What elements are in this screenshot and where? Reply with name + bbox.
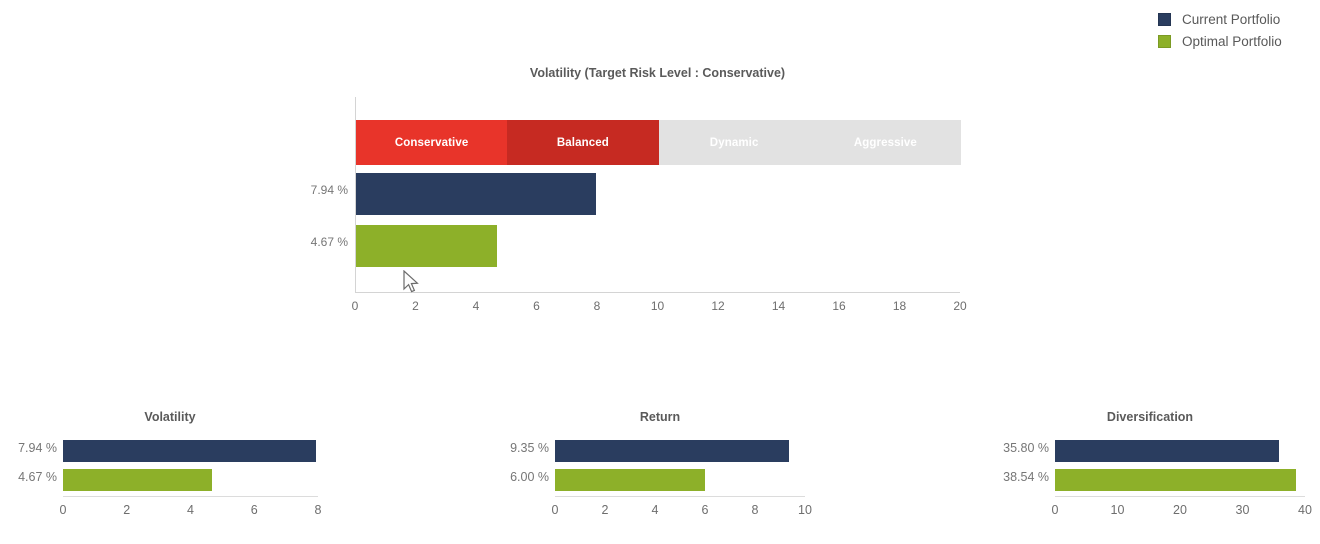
mini-chart-volatility: Volatility 7.94 % 4.67 % 0 2 4 6 8: [0, 405, 340, 544]
mini-chart-return: Return 9.35 % 6.00 % 0 2 4 6 8 10: [490, 405, 830, 544]
risk-band-conservative[interactable]: Conservative: [356, 120, 508, 165]
x-tick-label: 4: [651, 503, 659, 517]
x-tick-label: 0: [59, 503, 67, 517]
value-label-optimal: 4.67 %: [310, 235, 348, 249]
x-tick-label: 2: [123, 503, 131, 517]
main-chart-plot-area: Conservative Balanced Dynamic Aggressive: [355, 97, 961, 293]
x-tick-label: 6: [701, 503, 709, 517]
mini-chart-plot-area: [555, 437, 805, 497]
mini-chart-x-axis: 0 10 20 30 40: [1051, 503, 1312, 521]
risk-band-dynamic[interactable]: Dynamic: [658, 120, 810, 165]
x-tick-label: 0: [351, 299, 359, 313]
mini-value-label-current: 35.80 %: [1003, 441, 1049, 455]
risk-band-label: Aggressive: [853, 136, 917, 149]
main-chart-title: Volatility (Target Risk Level : Conserva…: [529, 66, 786, 80]
value-label-current: 7.94 %: [310, 183, 348, 197]
risk-band-label: Balanced: [556, 136, 609, 149]
mini-chart-x-axis: 0 2 4 6 8 10: [551, 503, 812, 521]
x-tick-label: 10: [798, 503, 812, 517]
x-tick-label: 0: [1051, 503, 1059, 517]
x-tick-label: 8: [751, 503, 759, 517]
mini-chart-x-axis: 0 2 4 6 8: [59, 503, 322, 521]
mini-bar-current-portfolio[interactable]: [555, 440, 789, 462]
portfolio-comparison-dashboard: Current Portfolio Optimal Portfolio Vola…: [0, 0, 1320, 544]
main-volatility-chart: Volatility (Target Risk Level : Conserva…: [0, 0, 1320, 340]
x-tick-label: 20: [953, 299, 967, 313]
x-tick-label: 4: [472, 299, 480, 313]
x-tick-label: 2: [601, 503, 609, 517]
x-tick-label: 16: [832, 299, 846, 313]
mini-chart-plot-area: [63, 437, 318, 497]
mini-value-label-current: 7.94 %: [18, 441, 57, 455]
x-tick-label: 14: [771, 299, 786, 313]
x-tick-label: 6: [250, 503, 258, 517]
main-chart-x-axis: 0 2 4 6 8 10 12 14 16 18 20: [351, 299, 967, 317]
mini-chart-return-title: Return: [639, 410, 681, 424]
x-tick-label: 8: [314, 503, 322, 517]
risk-band-label: Conservative: [394, 136, 469, 149]
x-tick-label: 18: [892, 299, 907, 313]
risk-band-label: Dynamic: [709, 136, 759, 149]
x-tick-label: 10: [1110, 503, 1125, 517]
bar-current-portfolio[interactable]: [356, 173, 597, 215]
mini-chart-diversification-title: Diversification: [1106, 410, 1194, 424]
x-tick-label: 8: [593, 299, 601, 313]
mini-bar-optimal-portfolio[interactable]: [63, 469, 212, 491]
mini-value-label-optimal: 6.00 %: [510, 470, 549, 484]
bar-optimal-portfolio[interactable]: [356, 225, 498, 267]
x-tick-label: 2: [412, 299, 419, 313]
mini-bar-optimal-portfolio[interactable]: [1055, 469, 1296, 491]
x-tick-label: 10: [650, 299, 665, 313]
arrow-cursor-icon: [403, 270, 419, 293]
mini-bar-optimal-portfolio[interactable]: [555, 469, 705, 491]
mini-bar-current-portfolio[interactable]: [63, 440, 317, 462]
x-tick-label: 6: [533, 299, 540, 313]
x-tick-label: 40: [1298, 503, 1312, 517]
x-tick-label: 12: [711, 299, 725, 313]
risk-band-balanced[interactable]: Balanced: [507, 120, 659, 165]
mini-chart-diversification: Diversification 35.80 % 38.54 % 0 10 20 30 40: [980, 405, 1320, 544]
mini-value-label-current: 9.35 %: [510, 441, 549, 455]
x-tick-label: 20: [1173, 503, 1187, 517]
mini-chart-plot-area: [1055, 437, 1305, 497]
mini-chart-volatility-title: Volatility: [144, 410, 196, 424]
mini-value-label-optimal: 4.67 %: [18, 470, 57, 484]
x-tick-label: 4: [187, 503, 194, 517]
risk-band-aggressive[interactable]: Aggressive: [809, 120, 961, 165]
x-tick-label: 0: [551, 503, 559, 517]
x-tick-label: 30: [1235, 503, 1250, 517]
mini-value-label-optimal: 38.54 %: [1003, 470, 1049, 484]
risk-band-scale: Conservative Balanced Dynamic Aggressive: [356, 120, 961, 165]
mini-bar-current-portfolio[interactable]: [1055, 440, 1279, 462]
